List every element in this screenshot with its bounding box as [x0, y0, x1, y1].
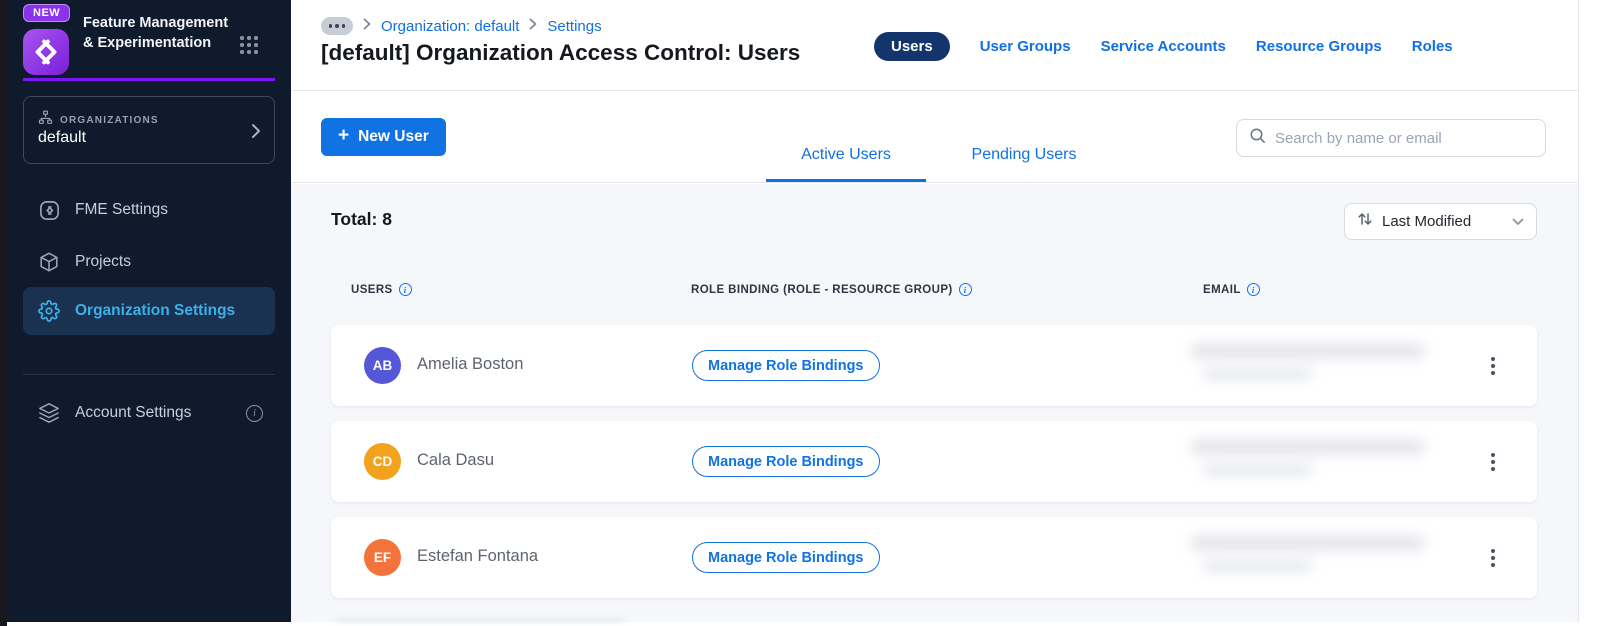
email-redacted [1190, 439, 1430, 476]
manage-role-bindings-button[interactable]: Manage Role Bindings [692, 446, 880, 477]
new-badge: NEW [23, 4, 71, 22]
layers-icon [37, 402, 61, 424]
search-box [1236, 119, 1546, 157]
avatar: EF [364, 539, 401, 576]
avatar: CD [364, 443, 401, 480]
manage-role-bindings-button[interactable]: Manage Role Bindings [692, 350, 880, 381]
sidebar-item-organization-settings[interactable]: Organization Settings [23, 287, 275, 335]
kebab-menu-icon[interactable] [1481, 542, 1505, 574]
tab-active-users[interactable]: Active Users [766, 146, 926, 182]
chevron-down-icon [1512, 218, 1524, 226]
info-icon[interactable] [246, 404, 263, 422]
user-name: Cala Dasu [417, 451, 495, 469]
info-icon[interactable] [1246, 283, 1260, 296]
email-redacted [1190, 343, 1430, 380]
app-title: Feature Management & Experimentation [83, 15, 229, 51]
chevron-right-icon [251, 123, 261, 144]
tab-service-accounts[interactable]: Service Accounts [1101, 38, 1226, 55]
organization-selector[interactable]: ORGANIZATIONS default [23, 96, 275, 164]
next-row-peek [335, 617, 625, 623]
tab-user-groups[interactable]: User Groups [980, 38, 1071, 55]
user-name: Amelia Boston [417, 355, 524, 373]
tab-resource-groups[interactable]: Resource Groups [1256, 38, 1382, 55]
app-grid-icon[interactable] [240, 36, 258, 54]
window-edge-strip [0, 0, 7, 626]
user-name: Estefan Fontana [417, 547, 539, 565]
sidebar-divider [23, 374, 275, 375]
kebab-menu-icon[interactable] [1481, 446, 1505, 478]
user-state-tabs: Active Users Pending Users [766, 146, 1088, 182]
sidebar-item-account-settings[interactable]: Account Settings [23, 391, 275, 435]
sidebar-item-fme-settings[interactable]: FME Settings [23, 188, 275, 232]
new-user-button-label: New User [358, 128, 429, 145]
info-icon[interactable] [398, 283, 412, 296]
sort-selected-value: Last Modified [1382, 213, 1472, 230]
sidebar-item-label: Organization Settings [75, 302, 236, 319]
fme-settings-icon [37, 199, 61, 222]
sidebar-item-label: FME Settings [75, 201, 169, 218]
users-list-panel: Total: 8 Last Modified USERS ROLE BINDIN… [291, 184, 1578, 623]
breadcrumb-ellipsis-icon[interactable] [321, 17, 353, 35]
info-icon[interactable] [958, 283, 972, 296]
email-redacted [1190, 535, 1430, 572]
sidebar: NEW Feature Management & Experimentation [7, 0, 291, 622]
search-icon [1249, 127, 1266, 149]
app-logo-icon [23, 29, 69, 75]
table-row: EF Estefan Fontana Manage Role Bindings [331, 517, 1537, 598]
panel-edge-divider [1578, 0, 1579, 622]
tab-users[interactable]: Users [874, 31, 950, 61]
gear-icon [37, 300, 61, 322]
app-window: NEW Feature Management & Experimentation [0, 0, 1600, 626]
avatar: AB [364, 347, 401, 384]
total-count: Total: 8 [331, 209, 392, 229]
sidebar-item-label: Account Settings [75, 404, 192, 421]
access-control-nav: Users User Groups Service Accounts Resou… [874, 31, 1453, 61]
sort-dropdown[interactable]: Last Modified [1344, 203, 1537, 240]
users-toolbar: + New User Active Users Pending Users [291, 92, 1578, 183]
hierarchy-icon [38, 110, 53, 130]
sidebar-item-label: Projects [75, 253, 131, 270]
chevron-right-icon [529, 17, 537, 35]
plus-icon: + [338, 125, 350, 146]
column-header-role-binding: ROLE BINDING (ROLE - RESOURCE GROUP) [691, 283, 972, 296]
search-input[interactable] [1275, 129, 1545, 147]
new-user-button[interactable]: + New User [321, 118, 446, 156]
organizations-label: ORGANIZATIONS [60, 114, 159, 126]
sort-arrows-icon [1357, 211, 1373, 232]
page-title: [default] Organization Access Control: U… [321, 40, 801, 65]
breadcrumb-link-settings[interactable]: Settings [547, 18, 601, 35]
manage-role-bindings-button[interactable]: Manage Role Bindings [692, 542, 880, 573]
chevron-right-icon [363, 17, 371, 35]
organization-name: default [38, 129, 87, 146]
column-header-users: USERS [351, 283, 412, 296]
cube-icon [37, 251, 61, 273]
column-header-email: EMAIL [1203, 283, 1260, 296]
page-header: Organization: default Settings [default]… [291, 0, 1578, 91]
sidebar-item-projects[interactable]: Projects [23, 240, 275, 284]
table-row: AB Amelia Boston Manage Role Bindings [331, 325, 1537, 406]
table-row: CD Cala Dasu Manage Role Bindings [331, 421, 1537, 502]
breadcrumb-link-organization[interactable]: Organization: default [381, 18, 519, 35]
brand-divider [23, 78, 275, 81]
tab-pending-users[interactable]: Pending Users [960, 146, 1088, 182]
tab-roles[interactable]: Roles [1412, 38, 1453, 55]
kebab-menu-icon[interactable] [1481, 350, 1505, 382]
users-rows: AB Amelia Boston Manage Role Bindings CD… [331, 325, 1537, 613]
breadcrumb: Organization: default Settings [321, 17, 602, 35]
